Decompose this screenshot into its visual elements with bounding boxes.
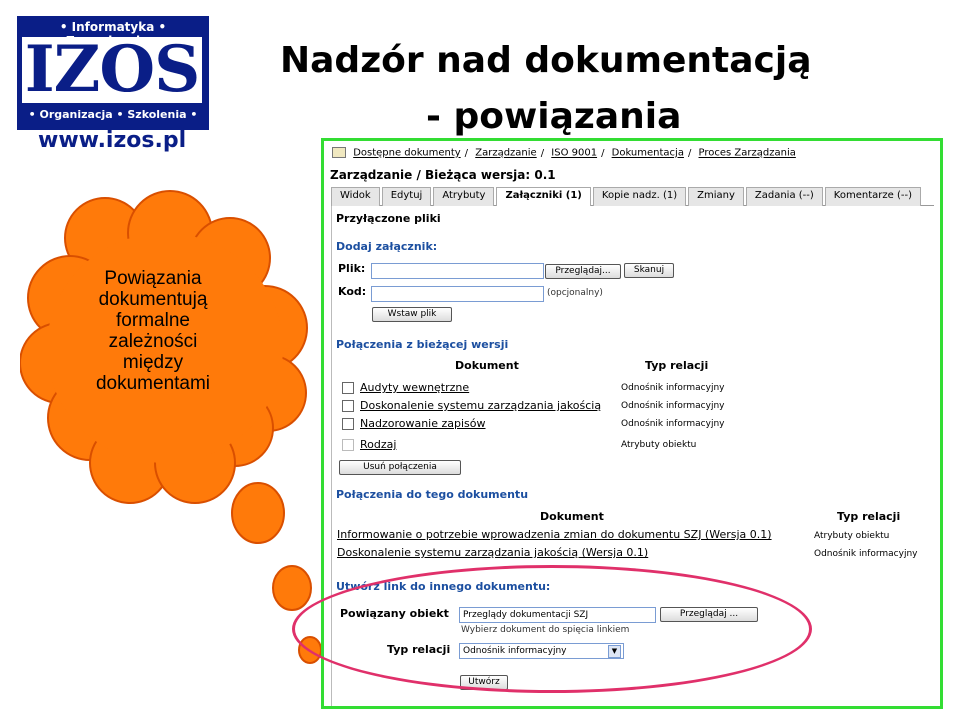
cloud-text: Powiązania dokumentują formalne zależnoś…: [28, 268, 278, 394]
cloud-text-line: Powiązania: [104, 268, 202, 289]
slide-title-line1: Nadzór nad dokumentacją: [280, 40, 812, 81]
col-header-relation: Typ relacji: [645, 359, 709, 372]
incoming-doc-link[interactable]: Informowanie o potrzebie wprowadzenia zm…: [337, 528, 772, 541]
file-label: Plik:: [338, 262, 366, 275]
tab-atrybuty[interactable]: Atrybuty: [433, 187, 495, 206]
connections-from-title: Połączenia z bieżącej wersji: [336, 338, 509, 351]
cloud-text-line: między: [122, 352, 184, 373]
logo-wordmark-box: IZOS: [22, 37, 202, 103]
connection-doc-link[interactable]: Rodzaj: [360, 438, 396, 451]
connection-doc-link[interactable]: Nadzorowanie zapisów: [360, 417, 486, 430]
tab-edytuj[interactable]: Edytuj: [381, 187, 432, 206]
attached-files-title: Przyłączone pliki: [336, 212, 441, 225]
add-attachment-title: Dodaj załącznik:: [336, 240, 438, 253]
tab-zmiany[interactable]: Zmiany: [688, 187, 744, 206]
row-checkbox[interactable]: [342, 382, 354, 394]
row-checkbox[interactable]: [342, 418, 354, 430]
breadcrumb-link[interactable]: ISO 9001: [551, 148, 597, 159]
incoming-doc-link[interactable]: Doskonalenie systemu zarządzania jakości…: [337, 546, 648, 559]
breadcrumb-link[interactable]: Dokumentacja: [612, 148, 684, 159]
slide-title-line2: - powiązania: [426, 96, 682, 137]
breadcrumb-link[interactable]: Zarządzanie: [475, 148, 536, 159]
tab-komentarze[interactable]: Komentarze (--): [824, 187, 921, 206]
logo-wordmark: IZOS: [24, 32, 201, 107]
col-header-document: Dokument: [540, 510, 604, 523]
cloud-text-line: formalne: [116, 310, 190, 331]
incoming-relation: Atrybuty obiektu: [814, 531, 890, 541]
cloud-text-line: zależności: [108, 331, 198, 352]
logo-bottom-text: • Organizacja • Szkolenia •: [28, 108, 198, 121]
scan-button[interactable]: Skanuj: [624, 263, 674, 278]
tab-zalaczniki[interactable]: Załączniki (1): [496, 187, 591, 206]
breadcrumb-link[interactable]: Proces Zarządzania: [699, 148, 796, 159]
tab-bar: Widok Edytuj Atrybuty Załączniki (1) Kop…: [331, 187, 934, 206]
insert-file-button[interactable]: Wstaw plik: [372, 307, 452, 322]
connection-relation: Odnośnik informacyjny: [621, 383, 725, 393]
col-header-document: Dokument: [455, 359, 519, 372]
cloud-text-line: dokumentami: [95, 373, 211, 394]
col-header-relation: Typ relacji: [837, 510, 901, 523]
code-input[interactable]: [371, 286, 544, 302]
tab-kopie[interactable]: Kopie nadz. (1): [592, 187, 687, 206]
incoming-relation: Odnośnik informacyjny: [814, 549, 918, 559]
breadcrumb: Dostępne dokumenty / Zarządzanie / ISO 900…: [332, 147, 796, 159]
row-checkbox[interactable]: [342, 400, 354, 412]
folder-icon: [332, 147, 346, 158]
highlight-ellipse: [292, 565, 812, 693]
logo-url: www.izos.pl: [38, 128, 187, 153]
browse-button[interactable]: Przeglądaj...: [545, 264, 621, 279]
connections-to-title: Połączenia do tego dokumentu: [336, 488, 529, 501]
connection-relation: Odnośnik informacyjny: [621, 401, 725, 411]
cloud-text-line: dokumentują: [98, 289, 208, 310]
connection-doc-link[interactable]: Audyty wewnętrzne: [360, 381, 469, 394]
tab-widok[interactable]: Widok: [331, 187, 380, 206]
tab-zadania[interactable]: Zadania (--): [745, 187, 823, 206]
document-header: Zarządzanie / Bieżąca wersja: 0.1: [330, 168, 556, 182]
optional-note: (opcjonalny): [547, 288, 603, 298]
row-checkbox[interactable]: [342, 439, 354, 451]
connection-relation: Odnośnik informacyjny: [621, 419, 725, 429]
file-input[interactable]: [371, 263, 544, 279]
code-label: Kod:: [338, 285, 367, 298]
connection-relation: Atrybuty obiektu: [621, 440, 697, 450]
breadcrumb-link[interactable]: Dostępne dokumenty: [353, 148, 460, 159]
remove-connections-button[interactable]: Usuń połączenia: [339, 460, 461, 475]
izos-logo: • Informatyka • Zarządzanie • IZOS • Org…: [17, 16, 209, 130]
connection-doc-link[interactable]: Doskonalenie systemu zarządzania jakości…: [360, 399, 601, 412]
